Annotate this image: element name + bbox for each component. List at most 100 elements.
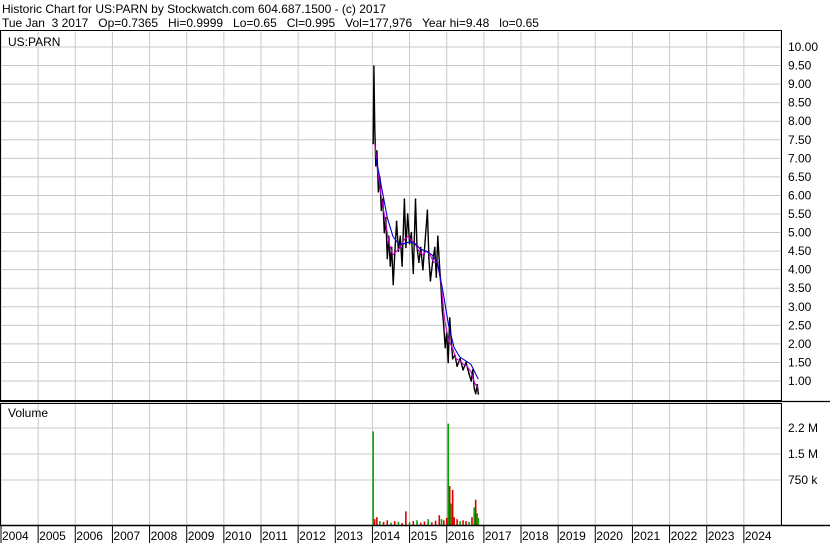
volume-bar bbox=[423, 521, 426, 525]
volume-bar bbox=[450, 503, 452, 525]
y-tick-label: 7.00 bbox=[788, 151, 812, 165]
price-point bbox=[474, 392, 477, 395]
price-point bbox=[437, 235, 439, 238]
price-line bbox=[372, 65, 479, 395]
x-tick-label: 2014 bbox=[373, 529, 400, 543]
volume-tick-label: 1.5 M bbox=[788, 447, 818, 461]
price-point bbox=[426, 209, 429, 212]
volume-bar bbox=[468, 521, 470, 525]
price-point bbox=[451, 357, 454, 360]
volume-bar bbox=[416, 520, 418, 525]
volume-bar bbox=[379, 521, 381, 525]
volume-series bbox=[372, 423, 480, 525]
x-tick-label: 2008 bbox=[151, 529, 178, 543]
volume-bar bbox=[451, 489, 454, 525]
x-tick-label: 2005 bbox=[39, 529, 66, 543]
price-point bbox=[473, 387, 476, 390]
price-point bbox=[419, 246, 422, 249]
volume-bar bbox=[393, 521, 396, 525]
price-point bbox=[468, 372, 470, 375]
volume-bar bbox=[419, 522, 422, 525]
y-tick-label: 3.50 bbox=[788, 281, 812, 295]
price-point bbox=[429, 280, 432, 282]
volume-bar bbox=[477, 517, 480, 525]
price-point bbox=[435, 276, 438, 278]
x-tick-label: 2004 bbox=[2, 529, 29, 543]
volume-tick-label: 2.2 M bbox=[788, 421, 818, 435]
moving-average-long-line bbox=[375, 158, 479, 380]
x-tick-label: 2007 bbox=[113, 529, 140, 543]
chart-frame bbox=[0, 30, 830, 527]
volume-bar bbox=[456, 519, 458, 525]
x-tick-label: 2012 bbox=[299, 529, 326, 543]
volume-bar bbox=[372, 431, 374, 525]
x-tick-label: 2010 bbox=[225, 529, 252, 543]
price-point bbox=[386, 257, 389, 260]
price-point bbox=[477, 393, 480, 395]
price-point bbox=[444, 346, 447, 349]
x-tick-label: 2021 bbox=[633, 529, 660, 543]
y-tick-label: 8.00 bbox=[788, 114, 812, 128]
volume-panel-border bbox=[0, 403, 782, 526]
price-point bbox=[373, 65, 375, 68]
price-point bbox=[428, 257, 430, 260]
y-tick-label: 5.50 bbox=[788, 207, 812, 221]
price-point bbox=[389, 265, 392, 267]
y-tick-label: 1.00 bbox=[788, 374, 812, 388]
price-point bbox=[447, 361, 450, 364]
price-point bbox=[401, 265, 403, 267]
x-tick-label: 2015 bbox=[411, 529, 438, 543]
x-tick-label: 2023 bbox=[708, 529, 735, 543]
volume-bar bbox=[386, 520, 389, 525]
y-tick-label: 6.00 bbox=[788, 188, 812, 202]
price-point bbox=[422, 268, 424, 271]
volume-bar bbox=[382, 521, 385, 525]
volume-bar bbox=[471, 517, 473, 525]
price-point bbox=[406, 213, 409, 215]
x-tick-label: 2006 bbox=[76, 529, 103, 543]
volume-bar bbox=[397, 521, 400, 525]
x-tick-label: 2016 bbox=[448, 529, 475, 543]
volume-bar bbox=[474, 499, 477, 525]
stock-chart: 10.00 9.50 9.00 8.50 8.00 7.50 7.00 6.50 6.00 5.5… bbox=[0, 30, 830, 543]
volume-bar bbox=[390, 522, 392, 525]
x-tick-label: 2013 bbox=[336, 529, 363, 543]
price-point bbox=[395, 220, 398, 223]
price-point bbox=[418, 261, 420, 264]
price-point bbox=[462, 369, 464, 371]
volume-bar bbox=[373, 519, 376, 525]
price-point bbox=[403, 198, 406, 200]
y-tick-label: 5.00 bbox=[788, 226, 812, 240]
price-point bbox=[383, 231, 386, 234]
volume-bar bbox=[438, 515, 441, 525]
volume-bar bbox=[447, 423, 449, 525]
price-point bbox=[438, 261, 441, 264]
volume-bar bbox=[459, 521, 461, 525]
volume-bar bbox=[473, 507, 475, 525]
x-tick-label: 2017 bbox=[485, 529, 512, 543]
volume-bar bbox=[448, 486, 451, 525]
y-tick-label: 9.50 bbox=[788, 59, 812, 73]
volume-bar bbox=[376, 517, 378, 525]
price-point bbox=[412, 272, 415, 275]
volume-bar bbox=[462, 520, 464, 525]
volume-bar bbox=[412, 521, 415, 525]
x-tick-label: 2024 bbox=[745, 529, 772, 543]
y-tick-label: 3.00 bbox=[788, 300, 812, 314]
volume-bar bbox=[442, 520, 445, 525]
x-tick-label: 2020 bbox=[596, 529, 623, 543]
price-point bbox=[376, 150, 378, 152]
volume-bar bbox=[405, 511, 407, 525]
volume-bar bbox=[427, 519, 429, 525]
price-point bbox=[456, 365, 458, 367]
price-panel-border bbox=[0, 30, 782, 401]
y-tick-label: 2.50 bbox=[788, 318, 812, 332]
price-point bbox=[405, 246, 407, 249]
price-point bbox=[470, 380, 473, 382]
price-series bbox=[372, 65, 480, 395]
y-tick-label: 8.50 bbox=[788, 96, 812, 110]
y-tick-label: 4.50 bbox=[788, 244, 812, 258]
volume-bar bbox=[431, 522, 433, 525]
y-tick-label: 4.00 bbox=[788, 263, 812, 277]
y-tick-label: 2.00 bbox=[788, 337, 812, 351]
